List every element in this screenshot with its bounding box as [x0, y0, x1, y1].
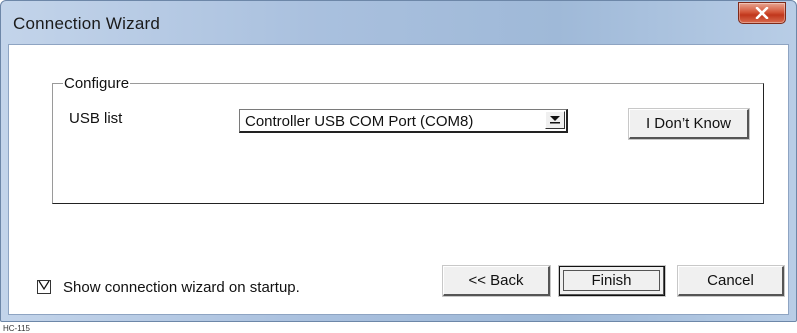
- dropdown-arrow-icon: [549, 111, 561, 129]
- wizard-client-area: Configure USB list Controller USB COM Po…: [8, 44, 789, 315]
- show-wizard-on-startup-label: Show connection wizard on startup.: [63, 279, 300, 296]
- usb-list-label: USB list: [69, 110, 123, 127]
- finish-button[interactable]: Finish: [559, 266, 665, 296]
- close-icon: [755, 7, 769, 19]
- usb-list-dropdown[interactable]: Controller USB COM Port (COM8): [239, 109, 568, 133]
- cancel-button[interactable]: Cancel: [678, 266, 784, 296]
- back-button[interactable]: << Back: [443, 266, 550, 296]
- configure-group-label: Configure: [63, 75, 131, 92]
- dropdown-arrow-button[interactable]: [545, 111, 565, 129]
- title-bar[interactable]: Connection Wizard: [1, 1, 796, 44]
- show-wizard-on-startup-checkbox[interactable]: [37, 280, 51, 294]
- window-title: Connection Wizard: [13, 14, 161, 33]
- usb-list-selected-value: Controller USB COM Port (COM8): [245, 113, 474, 130]
- i-dont-know-button[interactable]: I Don’t Know: [629, 109, 749, 139]
- connection-wizard-window: Connection Wizard Configure USB list Con…: [0, 0, 797, 322]
- configure-groupbox: Configure USB list Controller USB COM Po…: [52, 75, 764, 204]
- finish-button-label: Finish: [591, 272, 632, 289]
- close-button[interactable]: [738, 2, 786, 24]
- checkmark-icon: [38, 278, 50, 296]
